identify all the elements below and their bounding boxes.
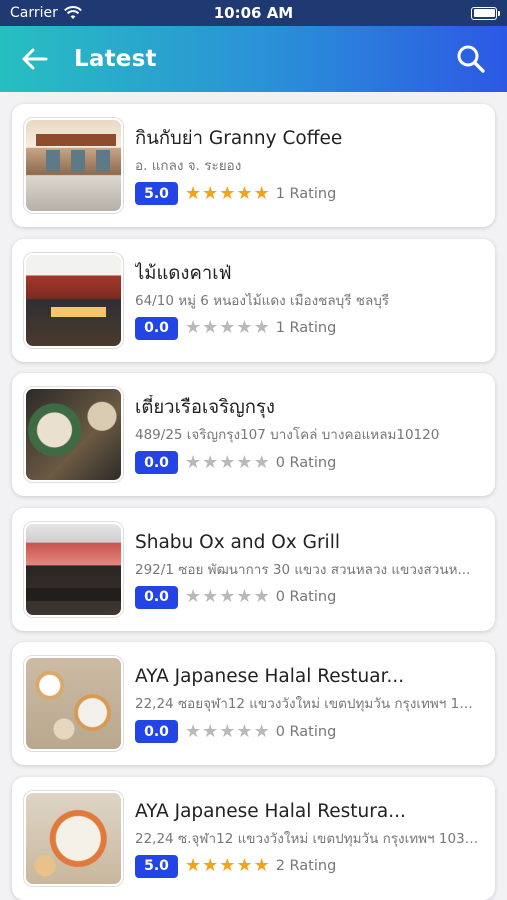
score-badge: 0.0: [135, 585, 178, 609]
star-icon: ★: [185, 451, 202, 473]
place-thumbnail: [24, 521, 123, 617]
rating-row: 0.0 ★ ★ ★ ★ ★ 0 Rating: [135, 585, 480, 609]
star-icon: ★: [219, 855, 236, 876]
place-info: AYA Japanese Halal Restura... 22,24 ซ.จุ…: [135, 799, 480, 878]
place-thumbnail: [24, 656, 123, 751]
star-icon: ★: [202, 451, 219, 473]
star-rating: ★ ★ ★ ★ ★: [185, 451, 270, 473]
star-icon: ★: [236, 586, 253, 607]
place-thumbnail: [24, 252, 123, 348]
star-icon: ★: [253, 855, 270, 876]
star-rating: ★ ★ ★ ★ ★: [185, 182, 270, 204]
place-info: ไม้แดงคาเฟ่ 64/10 หมู่ 6 หนองไม้แดง เมือ…: [135, 261, 480, 340]
star-icon: ★: [185, 182, 202, 204]
star-icon: ★: [202, 317, 219, 338]
star-icon: ★: [236, 720, 253, 742]
star-icon: ★: [219, 182, 236, 204]
place-address: 489/25 เจริญกรุง107 บางโคล่ บางคอแหลม101…: [135, 427, 440, 443]
place-name: ไม้แดงคาเฟ่: [135, 262, 232, 284]
place-card[interactable]: Shabu Ox and Ox Grill 292/1 ซอย พัฒนาการ…: [12, 507, 495, 631]
star-rating: ★ ★ ★ ★ ★: [185, 720, 270, 742]
star-icon: ★: [219, 317, 236, 338]
place-list: กินกับย่า Granny Coffee อ. แกลง จ. ระยอง…: [12, 104, 495, 900]
place-address: 22,24 ซ.จุฬา12 แขวงวังใหม่ เขตปทุมวัน กร…: [135, 830, 480, 847]
star-icon: ★: [253, 451, 270, 473]
rating-count: 1 Rating: [275, 185, 337, 202]
place-name: Shabu Ox and Ox Grill: [135, 531, 340, 553]
status-bar: Carrier 10:06 AM: [0, 0, 507, 26]
place-info: กินกับย่า Granny Coffee อ. แกลง จ. ระยอง…: [135, 126, 480, 205]
rating-row: 5.0 ★ ★ ★ ★ ★ 1 Rating: [135, 182, 480, 205]
back-button[interactable]: [18, 43, 50, 75]
search-button[interactable]: [453, 41, 489, 77]
place-card[interactable]: ไม้แดงคาเฟ่ 64/10 หมู่ 6 หนองไม้แดง เมือ…: [12, 238, 495, 362]
place-name: เตี๋ยวเรือเจริญกรุง: [135, 397, 275, 418]
star-icon: ★: [236, 855, 253, 876]
place-thumbnail: [24, 790, 123, 886]
place-name: AYA Japanese Halal Restura...: [135, 800, 406, 822]
battery-icon: [471, 6, 500, 20]
place-card[interactable]: AYA Japanese Halal Restura... 22,24 ซ.จุ…: [12, 776, 495, 900]
star-icon: ★: [253, 586, 270, 607]
carrier-label: Carrier: [10, 5, 58, 21]
search-icon: [457, 45, 485, 73]
place-address: 22,24 ซอยจุฬา12 แขวงวังใหม่ เขตปทุมวัน ก…: [135, 696, 480, 712]
star-icon: ★: [202, 855, 219, 876]
star-icon: ★: [185, 720, 202, 742]
page-title: Latest: [74, 46, 157, 72]
rating-count: 1 Rating: [275, 320, 337, 336]
rating-count: 0 Rating: [275, 589, 337, 605]
star-icon: ★: [202, 182, 219, 204]
star-icon: ★: [236, 317, 253, 338]
star-rating: ★ ★ ★ ★ ★: [185, 588, 270, 606]
rating-row: 5.0 ★ ★ ★ ★ ★ 2 Rating: [135, 854, 480, 878]
star-icon: ★: [202, 720, 219, 742]
score-badge: 0.0: [135, 720, 178, 743]
star-icon: ★: [202, 586, 219, 607]
score-badge: 0.0: [135, 316, 178, 340]
star-icon: ★: [219, 451, 236, 473]
place-info: Shabu Ox and Ox Grill 292/1 ซอย พัฒนาการ…: [135, 530, 480, 609]
star-rating: ★ ★ ★ ★ ★: [185, 857, 270, 875]
place-info: AYA Japanese Halal Restuar... 22,24 ซอยจ…: [135, 664, 480, 743]
place-name: กินกับย่า Granny Coffee: [135, 128, 343, 149]
place-thumbnail: [24, 118, 123, 213]
place-card[interactable]: เตี๋ยวเรือเจริญกรุง 489/25 เจริญกรุง107 …: [12, 373, 495, 496]
star-icon: ★: [253, 182, 270, 204]
star-icon: ★: [219, 720, 236, 742]
star-icon: ★: [185, 586, 202, 607]
place-card[interactable]: AYA Japanese Halal Restuar... 22,24 ซอยจ…: [12, 642, 495, 765]
place-name: AYA Japanese Halal Restuar...: [135, 666, 405, 687]
star-icon: ★: [219, 586, 236, 607]
star-rating: ★ ★ ★ ★ ★: [185, 319, 270, 337]
place-card[interactable]: กินกับย่า Granny Coffee อ. แกลง จ. ระยอง…: [12, 104, 495, 227]
rating-row: 0.0 ★ ★ ★ ★ ★ 0 Rating: [135, 451, 480, 474]
status-left: Carrier: [10, 5, 82, 21]
rating-row: 0.0 ★ ★ ★ ★ ★ 0 Rating: [135, 720, 480, 743]
star-icon: ★: [236, 182, 253, 204]
star-icon: ★: [236, 451, 253, 473]
star-icon: ★: [185, 855, 202, 876]
place-thumbnail: [24, 387, 123, 482]
place-address: 64/10 หมู่ 6 หนองไม้แดง เมืองชลบุรี ชลบุ…: [135, 292, 390, 309]
score-badge: 5.0: [135, 182, 178, 205]
star-icon: ★: [253, 720, 270, 742]
rating-count: 2 Rating: [275, 858, 337, 874]
place-info: เตี๋ยวเรือเจริญกรุง 489/25 เจริญกรุง107 …: [135, 395, 480, 474]
score-badge: 0.0: [135, 451, 178, 474]
rating-count: 0 Rating: [275, 454, 337, 471]
star-icon: ★: [253, 317, 270, 338]
star-icon: ★: [185, 317, 202, 338]
score-badge: 5.0: [135, 854, 178, 878]
arrow-left-icon: [22, 48, 48, 70]
wifi-icon: [63, 6, 82, 19]
rating-count: 0 Rating: [275, 723, 337, 740]
rating-row: 0.0 ★ ★ ★ ★ ★ 1 Rating: [135, 316, 480, 340]
place-address: อ. แกลง จ. ระยอง: [135, 158, 242, 174]
app-bar: Latest: [0, 26, 507, 92]
place-address: 292/1 ซอย พัฒนาการ 30 แขวง สวนหลวง แขวงส…: [135, 561, 471, 578]
